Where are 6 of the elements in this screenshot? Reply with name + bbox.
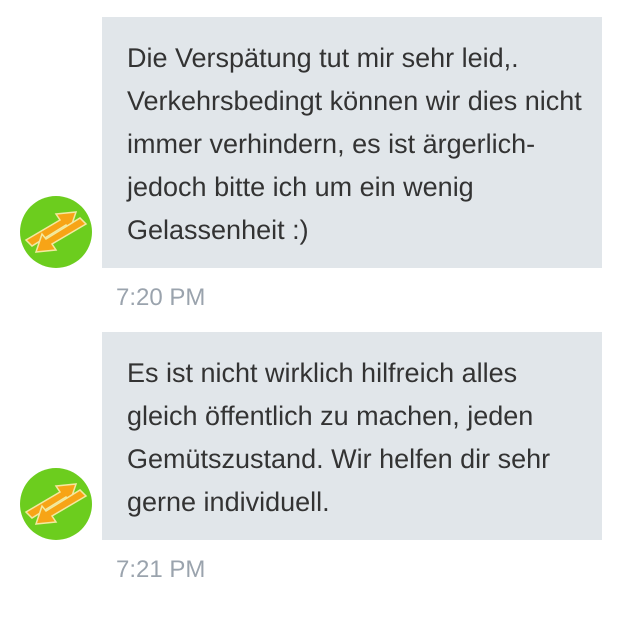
message-text: Die Verspätung tut mir sehr leid,. Verkehrsbedingt können wir dies nicht immer verhindern, es ist ärgerlich- jedoch bitte ich um ein wenig Gelassenheit :) — [127, 42, 583, 247]
avatar-arrows-icon — [20, 468, 92, 540]
message-time: 7:20 PM — [116, 284, 206, 311]
message-time: 7:21 PM — [116, 556, 206, 583]
avatar-arrows-icon — [20, 196, 92, 268]
message-text: Es ist nicht wirklich hilfreich alles gleich öffentlich zu machen, jeden Gemütszustand. Wir helfen dir sehr gerne individuell. — [127, 357, 552, 519]
